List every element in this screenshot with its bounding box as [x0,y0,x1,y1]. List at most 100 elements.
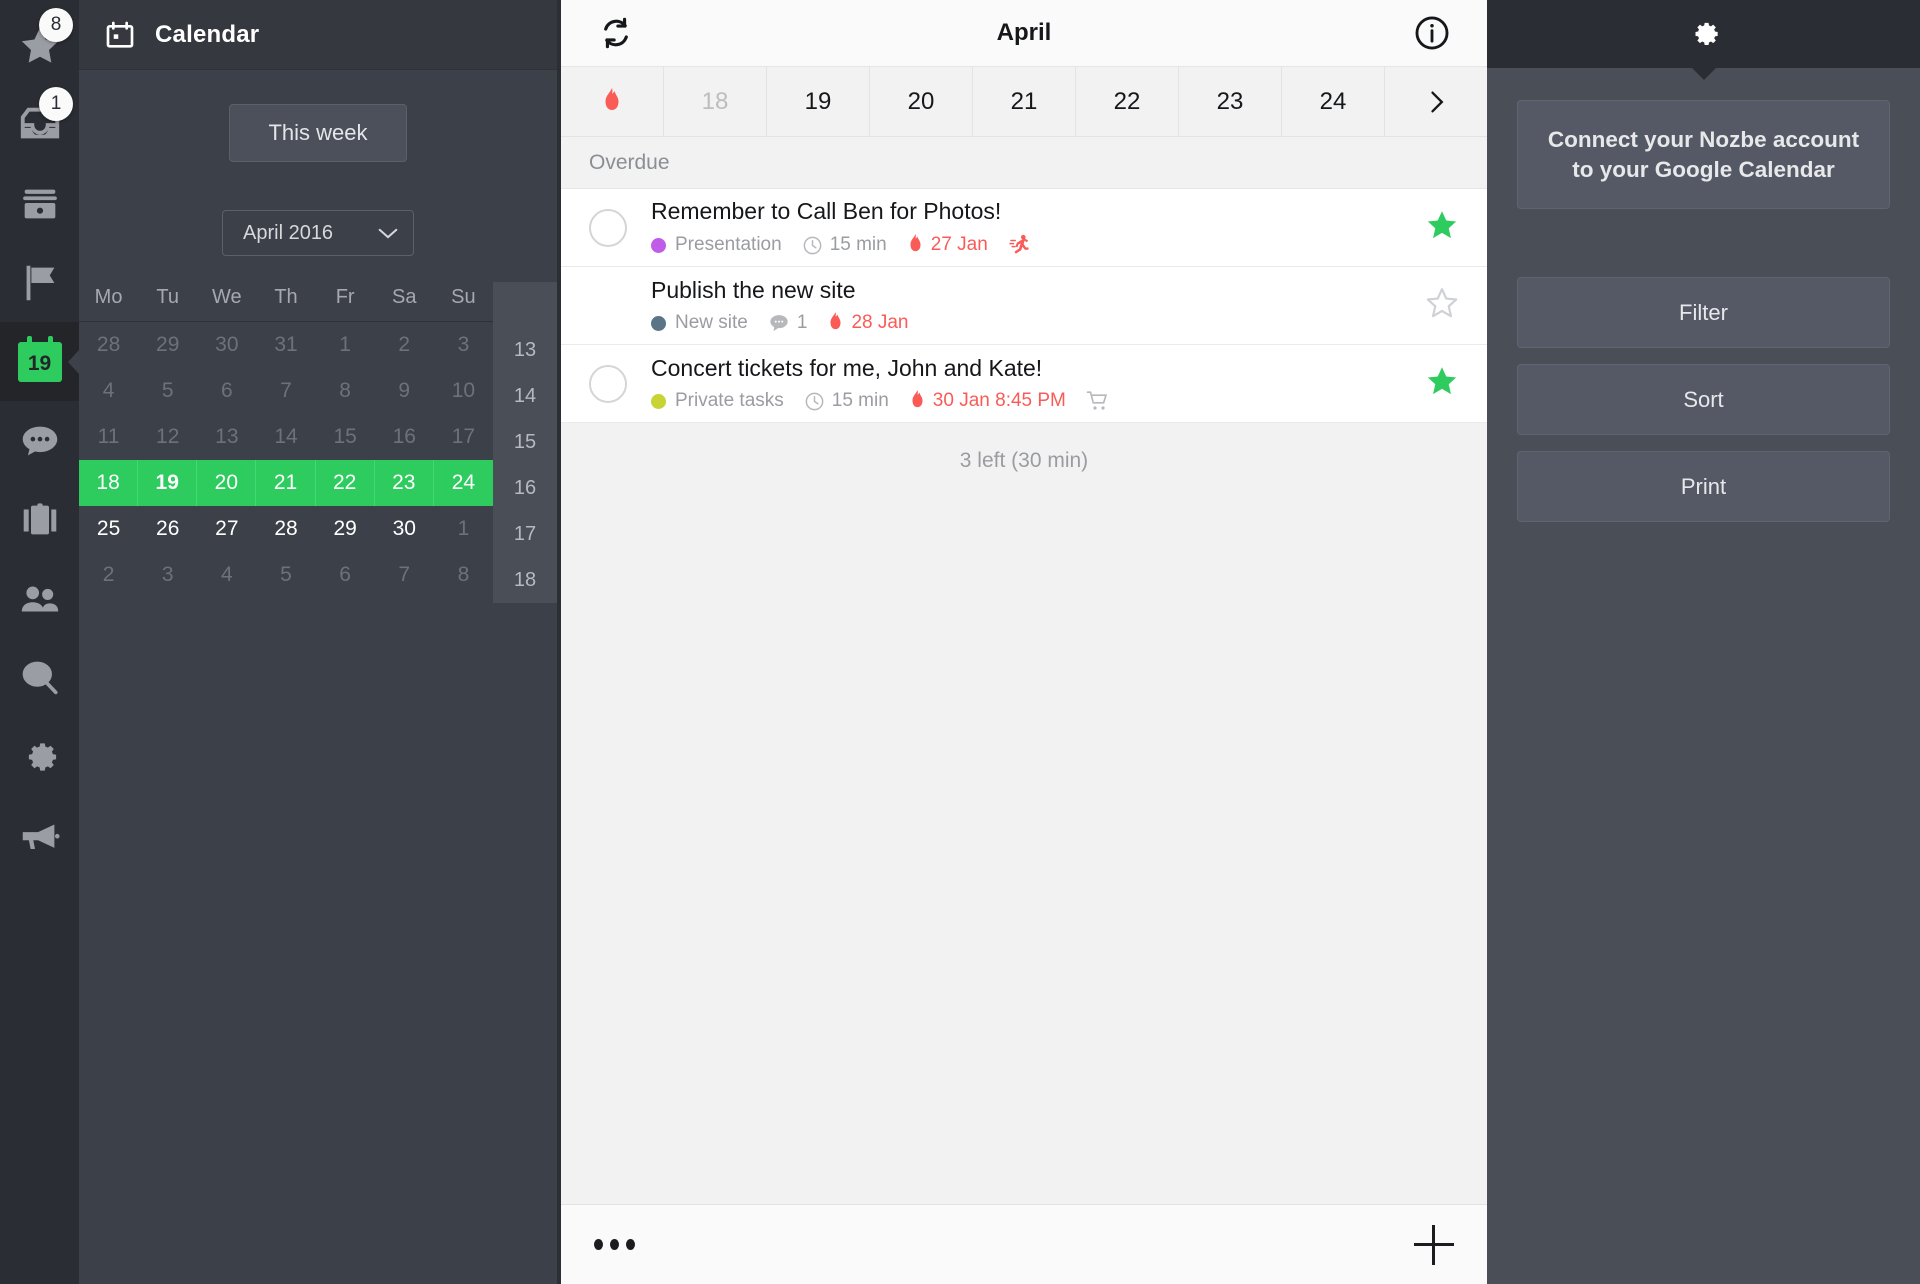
calendar-day[interactable]: 5 [138,368,197,414]
task-star-toggle[interactable] [1425,287,1459,325]
week-number[interactable]: 17 [493,511,557,557]
calendar-day[interactable]: 30 [197,322,256,368]
task-row[interactable]: Concert tickets for me, John and Kate! Pr… [561,345,1487,423]
calendar-day[interactable]: 27 [197,506,256,552]
next-week-button[interactable] [1385,67,1487,136]
sidebar-item-comments[interactable] [0,401,79,480]
calendar-day[interactable]: 3 [434,322,493,368]
calendar-day[interactable]: 8 [316,368,375,414]
task-checkbox[interactable] [589,287,627,325]
calendar-day[interactable]: 14 [256,414,315,460]
date-tab[interactable]: 24 [1282,67,1385,136]
sidebar-item-calendar[interactable]: 19 [0,322,79,401]
sidebar-item-projects[interactable] [0,480,79,559]
calendar-day[interactable]: 2 [375,322,434,368]
calendar-day[interactable]: 29 [138,322,197,368]
date-tab[interactable]: 21 [973,67,1076,136]
calendar-day[interactable]: 13 [197,414,256,460]
add-task-button[interactable] [1414,1224,1454,1265]
calendar-day[interactable]: 6 [197,368,256,414]
filter-button[interactable]: Filter [1517,277,1890,349]
connect-google-calendar-button[interactable]: Connect your Nozbe account to your Googl… [1517,100,1890,210]
week-row[interactable]: 4 5 6 7 8 9 10 [79,368,493,414]
calendar-day[interactable]: 24 [434,460,493,506]
week-row[interactable]: 2345678 [79,552,493,598]
calendar-day[interactable]: 11 [79,414,138,460]
calendar-day[interactable]: 28 [79,322,138,368]
calendar-day[interactable]: 25 [79,506,138,552]
week-number[interactable]: 13 [493,327,557,373]
calendar-day[interactable]: 20 [197,460,257,506]
sidebar-item-settings[interactable] [0,717,79,796]
sort-button[interactable]: Sort [1517,364,1890,436]
task-star-toggle[interactable] [1425,365,1459,403]
week-row[interactable]: 11 12 13 14 15 16 17 [79,414,493,460]
calendar-day[interactable]: 17 [434,414,493,460]
date-tab[interactable]: 19 [767,67,870,136]
calendar-day[interactable]: 29 [316,506,375,552]
week-row[interactable]: 18 19 20 21 22 23 24 [79,460,493,506]
this-week-button[interactable]: This week [229,104,407,162]
week-number[interactable]: 18 [493,557,557,603]
sidebar-item-priority[interactable]: 8 [0,6,79,85]
date-tab[interactable]: 20 [870,67,973,136]
calendar-day[interactable]: 1 [316,322,375,368]
calendar-day[interactable]: 6 [316,552,375,598]
calendar-day[interactable]: 3 [138,552,197,598]
task-checkbox[interactable] [589,208,627,247]
week-row[interactable]: 25 26 27 28 29 30 1 [79,506,493,552]
week-number[interactable]: 15 [493,419,557,465]
date-tab[interactable]: 22 [1076,67,1179,136]
calendar-day[interactable]: 21 [256,460,316,506]
refresh-button[interactable] [596,13,636,53]
calendar-day[interactable]: 31 [256,322,315,368]
star-icon[interactable] [1425,209,1459,242]
task-star-toggle[interactable] [1425,209,1459,247]
calendar-day[interactable]: 4 [79,368,138,414]
calendar-day[interactable]: 7 [375,552,434,598]
calendar-day[interactable]: 9 [375,368,434,414]
calendar-day[interactable]: 28 [256,506,315,552]
sidebar-item-archive[interactable] [0,164,79,243]
sidebar-item-inbox[interactable]: 1 [0,85,79,164]
sidebar-item-team[interactable] [0,559,79,638]
calendar-day[interactable]: 1 [434,506,493,552]
date-tab-overdue[interactable] [561,67,664,136]
task-time[interactable]: 15 min [802,234,887,256]
info-button[interactable] [1412,13,1452,53]
calendar-day[interactable]: 26 [138,506,197,552]
calendar-day[interactable]: 30 [375,506,434,552]
task-project[interactable]: Presentation [651,234,782,256]
calendar-day[interactable]: 2 [79,552,138,598]
calendar-day[interactable]: 18 [79,460,139,506]
task-row[interactable]: Publish the new site New site 1 28 Jan [561,267,1487,345]
print-button[interactable]: Print [1517,451,1890,523]
task-checkbox[interactable] [589,364,627,403]
calendar-day[interactable]: 16 [375,414,434,460]
calendar-day[interactable]: 7 [256,368,315,414]
date-tab[interactable]: 18 [664,67,767,136]
calendar-day[interactable]: 19 [138,460,198,506]
calendar-day[interactable]: 12 [138,414,197,460]
calendar-day[interactable]: 22 [316,460,375,506]
gear-icon[interactable] [1684,14,1724,54]
star-icon[interactable] [1425,287,1459,320]
sidebar-item-search[interactable] [0,638,79,717]
task-comments[interactable]: 1 [768,312,807,334]
task-due-date[interactable]: 30 Jan 8:45 PM [909,390,1066,412]
week-row[interactable]: 28 29 30 31 1 2 3 [79,322,493,368]
calendar-day[interactable]: 23 [375,460,434,506]
calendar-day[interactable]: 5 [256,552,315,598]
sidebar-item-next[interactable] [0,243,79,322]
calendar-day[interactable]: 15 [316,414,375,460]
sidebar-item-news[interactable] [0,796,79,875]
calendar-day[interactable]: 8 [434,552,493,598]
week-number[interactable]: 14 [493,373,557,419]
task-due-date[interactable]: 28 Jan [827,312,908,334]
date-tab[interactable]: 23 [1179,67,1282,136]
task-time[interactable]: 15 min [804,390,889,412]
more-options-button[interactable] [594,1239,635,1250]
week-number[interactable]: 16 [493,465,557,511]
task-row[interactable]: Remember to Call Ben for Photos! Presenta… [561,189,1487,267]
star-icon[interactable] [1425,365,1459,398]
